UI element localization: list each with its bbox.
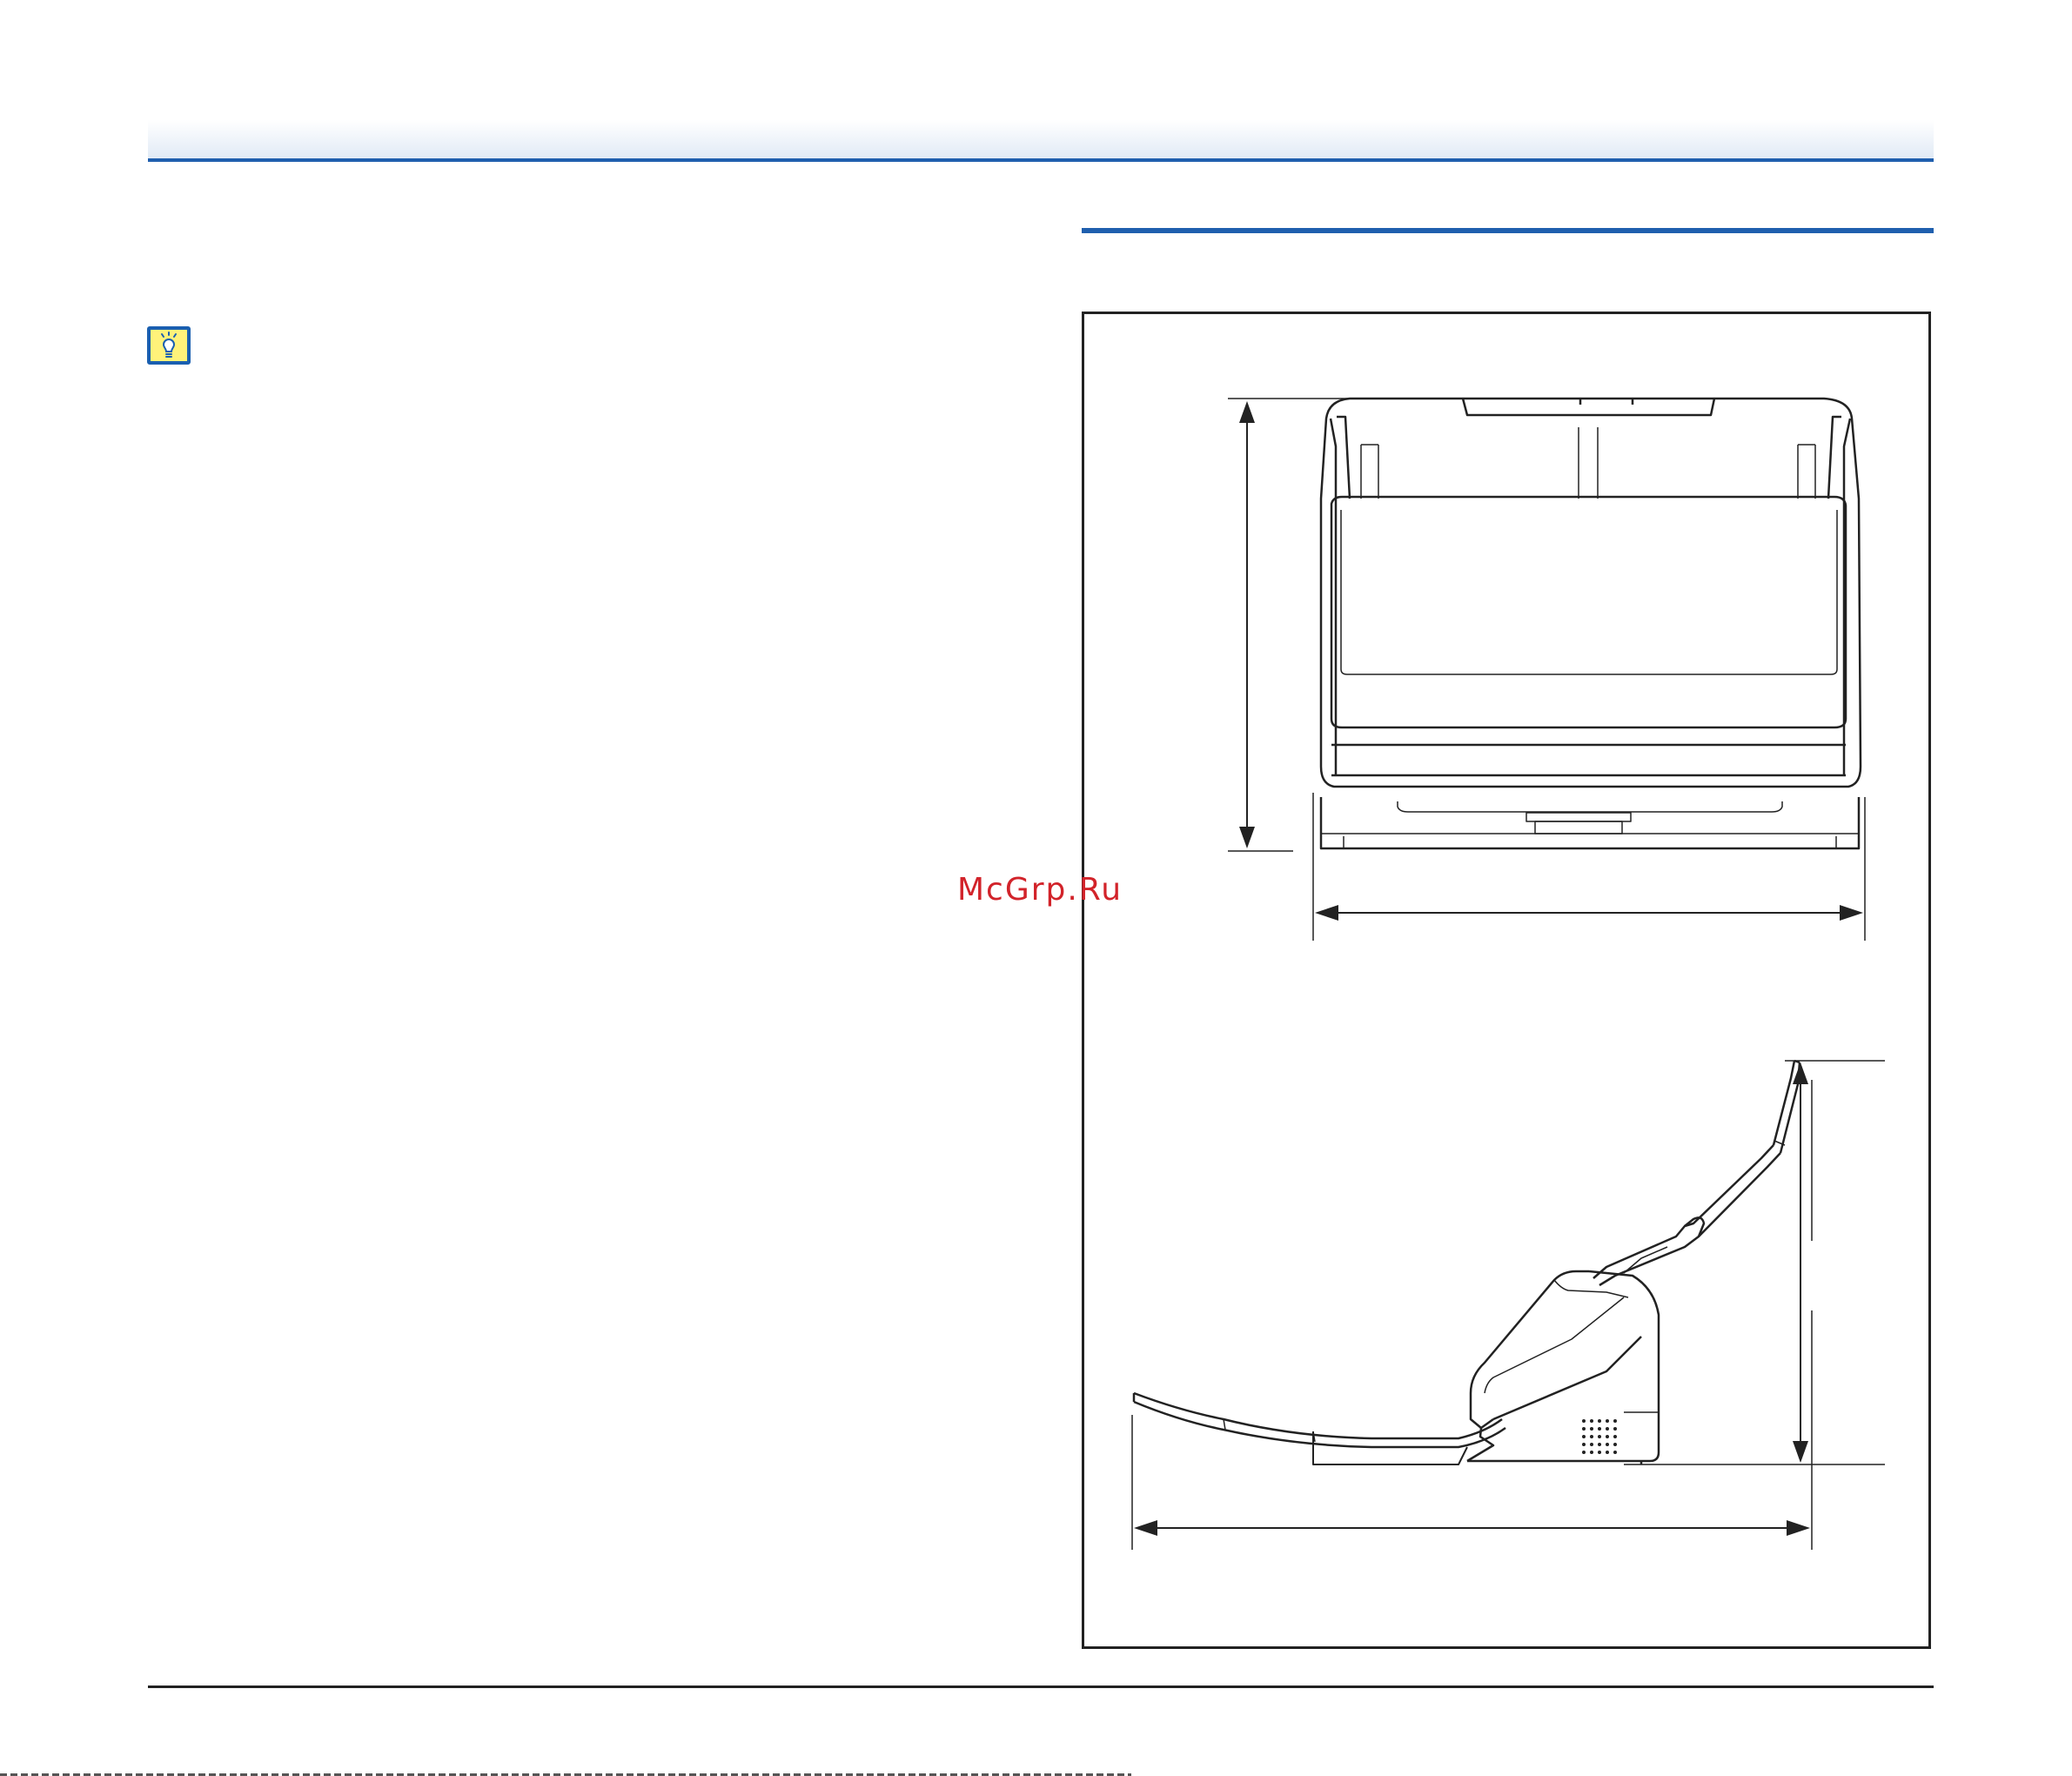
- section-heading-rule: [1082, 228, 1934, 233]
- scanner-side-view: [1131, 1059, 1885, 1550]
- lightbulb-glyph: [161, 332, 177, 358]
- scanner-front-view: [1228, 397, 1866, 941]
- watermark-text: McGrp.Ru: [957, 872, 1123, 908]
- page-header-band: [148, 120, 1934, 160]
- page-header-rule: [148, 158, 1934, 162]
- lightbulb-icon: [147, 326, 191, 365]
- scanner-drawing: [1131, 397, 1885, 1550]
- page-footer-rule: [148, 1686, 1934, 1688]
- scanner-dimensions-figure: [1082, 312, 1931, 1649]
